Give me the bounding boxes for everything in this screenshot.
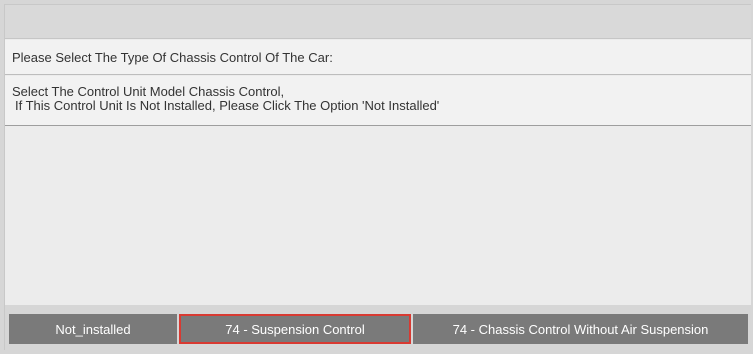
window-frame: Please Select The Type Of Chassis Contro… [0, 0, 753, 354]
suspension-control-button[interactable]: 74 - Suspension Control [179, 314, 411, 344]
not-installed-button[interactable]: Not_installed [9, 314, 177, 344]
instruction-message: Select The Control Unit Model Chassis Co… [5, 76, 751, 126]
chassis-control-without-air-suspension-button[interactable]: 74 - Chassis Control Without Air Suspens… [413, 314, 748, 344]
prompt-text: Please Select The Type Of Chassis Contro… [5, 40, 751, 75]
message-line-1: Select The Control Unit Model Chassis Co… [12, 84, 285, 99]
title-bar [5, 5, 751, 39]
dialog-panel: Please Select The Type Of Chassis Contro… [4, 4, 751, 351]
button-bar: Not_installed 74 - Suspension Control 74… [5, 305, 751, 351]
message-line-2: If This Control Unit Is Not Installed, P… [15, 98, 440, 113]
content-area [5, 127, 751, 305]
